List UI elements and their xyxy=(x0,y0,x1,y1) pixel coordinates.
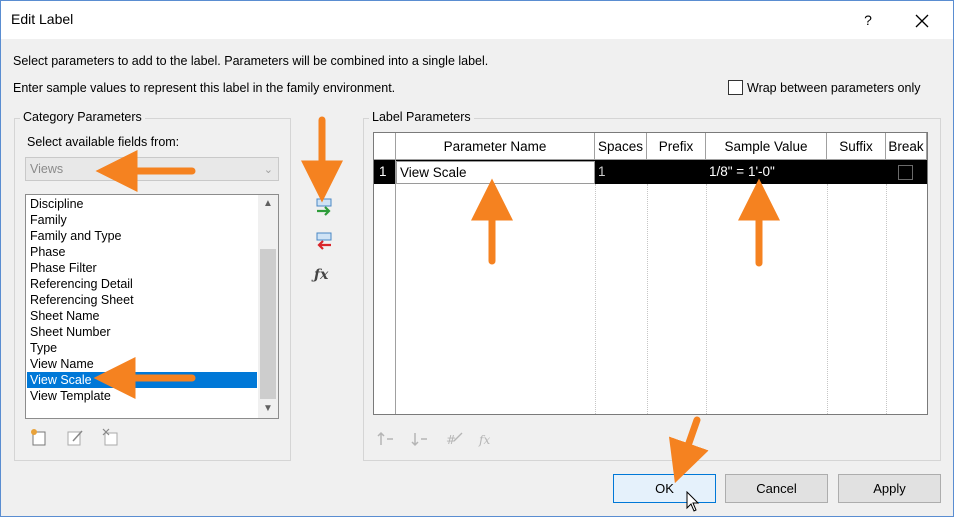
help-button[interactable]: ? xyxy=(854,7,882,33)
break-checkbox[interactable] xyxy=(898,165,913,180)
function-icon: ƒx xyxy=(314,267,329,283)
formula-icon[interactable]: fx xyxy=(478,429,498,449)
available-fields-list[interactable]: Discipline Family Family and Type Phase Phas… xyxy=(25,194,279,419)
add-parameter-icon xyxy=(316,198,332,216)
category-toolbar xyxy=(29,427,121,447)
title-bar: Edit Label ? xyxy=(1,1,953,39)
category-parameters-label: Category Parameters xyxy=(20,110,145,124)
row-index: 1 xyxy=(379,164,387,179)
category-dropdown-value: Views xyxy=(30,162,64,176)
wrap-option[interactable]: Wrap between parameters only xyxy=(728,80,920,95)
delete-parameter-icon[interactable] xyxy=(101,427,121,447)
spaces-cell[interactable]: 1 xyxy=(595,161,647,183)
column-header-sample-value[interactable]: Sample Value xyxy=(706,133,827,160)
column-divider xyxy=(706,184,707,414)
list-item[interactable]: Family xyxy=(27,212,257,228)
remove-parameter-button[interactable] xyxy=(314,231,334,254)
column-header-prefix[interactable]: Prefix xyxy=(647,133,706,160)
list-item[interactable]: Referencing Detail xyxy=(27,276,257,292)
select-fields-label: Select available fields from: xyxy=(27,135,180,149)
close-button[interactable] xyxy=(905,7,939,33)
label-parameters-label: Label Parameters xyxy=(369,110,474,124)
column-divider xyxy=(647,184,648,414)
close-icon xyxy=(915,14,929,28)
list-item[interactable]: Phase Filter xyxy=(27,260,257,276)
column-header-suffix[interactable]: Suffix xyxy=(827,133,886,160)
move-down-icon[interactable] xyxy=(410,429,430,449)
wrap-checkbox[interactable] xyxy=(728,80,743,95)
instruction-line-1: Select parameters to add to the label. P… xyxy=(13,54,489,68)
list-item[interactable]: Sheet Number xyxy=(27,324,257,340)
list-item[interactable]: View Name xyxy=(27,356,257,372)
svg-text:fx: fx xyxy=(478,433,490,447)
remove-parameter-icon xyxy=(316,232,332,250)
list-scrollbar[interactable]: ▲ ▼ xyxy=(258,195,278,418)
list-item[interactable]: Type xyxy=(27,340,257,356)
wrap-label: Wrap between parameters only xyxy=(747,80,921,95)
column-header-spaces[interactable]: Spaces xyxy=(595,133,647,160)
row-header-corner xyxy=(374,133,396,160)
new-parameter-icon[interactable] xyxy=(29,427,49,447)
cancel-button[interactable]: Cancel xyxy=(725,474,828,503)
list-item[interactable]: View Scale xyxy=(27,372,257,388)
edit-units-icon[interactable]: # xyxy=(444,429,464,449)
mouse-cursor-icon xyxy=(686,491,700,512)
dialog-title: Edit Label xyxy=(11,11,74,27)
column-divider xyxy=(827,184,828,414)
label-parameters-table: Parameter Name Spaces Prefix Sample Valu… xyxy=(373,132,928,415)
function-button[interactable]: ƒx xyxy=(314,267,328,283)
list-item[interactable]: Phase xyxy=(27,244,257,260)
sample-value-cell[interactable]: 1/8" = 1'-0" xyxy=(706,161,827,183)
column-header-break[interactable]: Break xyxy=(886,133,927,160)
chevron-down-icon: ⌄ xyxy=(263,164,273,176)
ok-button[interactable]: OK xyxy=(613,474,716,503)
list-item[interactable]: View Template xyxy=(27,388,257,404)
prefix-cell[interactable] xyxy=(647,161,706,183)
add-parameter-button[interactable] xyxy=(314,197,334,220)
edit-parameter-icon[interactable] xyxy=(65,427,85,447)
column-divider xyxy=(595,184,596,414)
instruction-line-2: Enter sample values to represent this la… xyxy=(13,81,396,95)
edit-label-dialog: Edit Label ? Select parameters to add to… xyxy=(0,0,954,517)
move-up-icon[interactable] xyxy=(376,429,396,449)
scroll-down-icon[interactable]: ▼ xyxy=(258,400,278,418)
list-item[interactable]: Family and Type xyxy=(27,228,257,244)
list-item[interactable]: Sheet Name xyxy=(27,308,257,324)
parameter-name-cell[interactable]: View Scale xyxy=(396,161,595,184)
column-divider xyxy=(886,184,887,414)
list-item[interactable]: Referencing Sheet xyxy=(27,292,257,308)
column-header-parameter-name[interactable]: Parameter Name xyxy=(396,133,595,160)
suffix-cell[interactable] xyxy=(827,161,886,183)
scroll-thumb[interactable] xyxy=(260,249,276,399)
scroll-up-icon[interactable]: ▲ xyxy=(258,195,278,213)
list-item[interactable]: Discipline xyxy=(27,196,257,212)
label-parameters-toolbar: # fx xyxy=(376,429,498,449)
category-dropdown[interactable]: Views ⌄ xyxy=(25,157,279,181)
row-header-divider xyxy=(395,133,396,414)
apply-button[interactable]: Apply xyxy=(838,474,941,503)
